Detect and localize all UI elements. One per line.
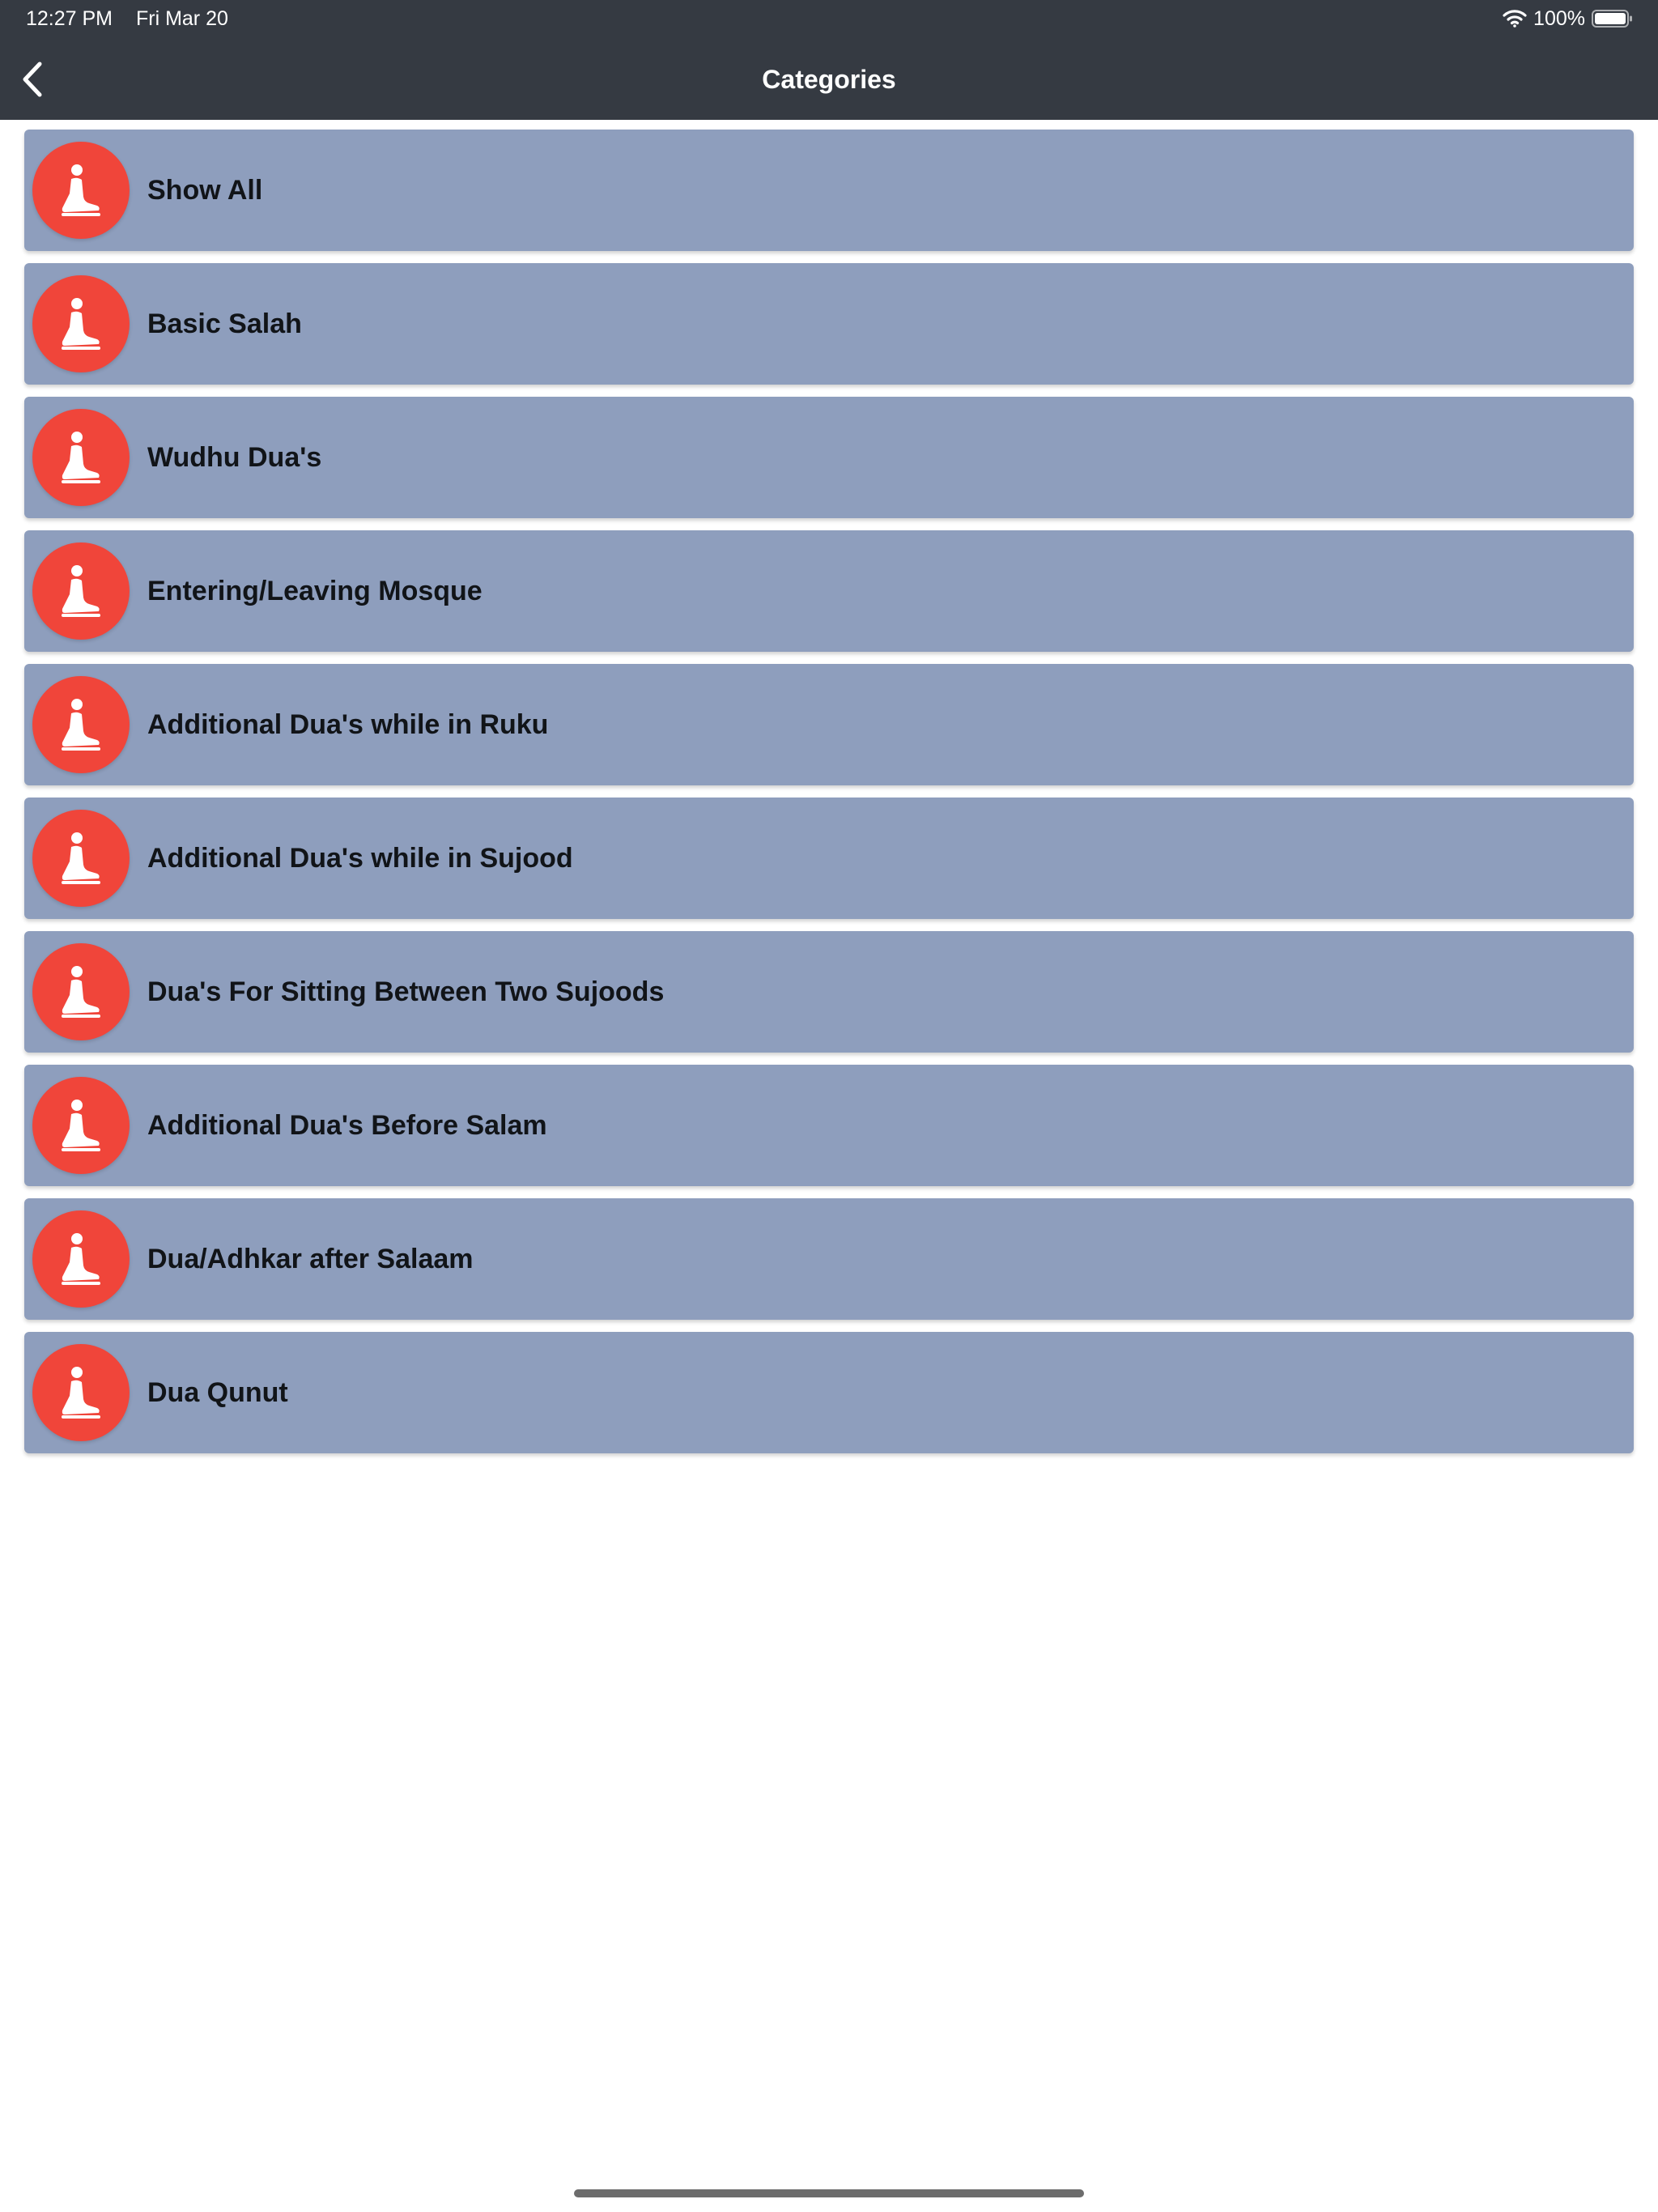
category-row[interactable]: Additional Dua's while in Sujood (24, 798, 1634, 919)
prayer-kneeling-icon (32, 943, 130, 1040)
category-row[interactable]: Basic Salah (24, 263, 1634, 385)
category-label: Additional Dua's while in Ruku (147, 709, 549, 740)
status-time: 12:27 PM (26, 7, 113, 30)
category-row[interactable]: Entering/Leaving Mosque (24, 530, 1634, 652)
category-row[interactable]: Additional Dua's while in Ruku (24, 664, 1634, 785)
wifi-icon (1503, 10, 1527, 28)
page-title: Categories (762, 65, 896, 94)
category-row[interactable]: Dua's For Sitting Between Two Sujoods (24, 931, 1634, 1053)
category-row[interactable]: Dua Qunut (24, 1332, 1634, 1453)
prayer-kneeling-icon (32, 1344, 130, 1441)
category-list: Show All Basic Salah Wudhu Dua's Enterin… (24, 130, 1634, 1465)
category-label: Basic Salah (147, 308, 302, 339)
category-label: Dua's For Sitting Between Two Sujoods (147, 976, 665, 1007)
category-label: Entering/Leaving Mosque (147, 576, 483, 606)
prayer-kneeling-icon (32, 409, 130, 506)
top-bar: 12:27 PM Fri Mar 20 100% Categories (0, 0, 1658, 120)
battery-icon (1592, 9, 1634, 28)
category-label: Dua/Adhkar after Salaam (147, 1244, 474, 1274)
category-row[interactable]: Dua/Adhkar after Salaam (24, 1198, 1634, 1320)
category-row[interactable]: Additional Dua's Before Salam (24, 1065, 1634, 1186)
category-label: Additional Dua's Before Salam (147, 1110, 547, 1141)
battery-percent: 100% (1533, 7, 1585, 30)
prayer-kneeling-icon (32, 542, 130, 640)
category-label: Additional Dua's while in Sujood (147, 843, 573, 874)
home-indicator[interactable] (574, 2189, 1084, 2197)
status-date: Fri Mar 20 (135, 7, 228, 30)
category-label: Show All (147, 175, 263, 206)
category-row[interactable]: Show All (24, 130, 1634, 251)
status-bar-right: 100% (1503, 6, 1634, 31)
status-bar-left: 12:27 PM Fri Mar 20 (26, 6, 228, 31)
prayer-kneeling-icon (32, 810, 130, 907)
prayer-kneeling-icon (32, 1210, 130, 1308)
prayer-kneeling-icon (32, 676, 130, 773)
category-label: Wudhu Dua's (147, 442, 322, 473)
category-row[interactable]: Wudhu Dua's (24, 397, 1634, 518)
category-label: Dua Qunut (147, 1377, 288, 1408)
prayer-kneeling-icon (32, 1077, 130, 1174)
prayer-kneeling-icon (32, 275, 130, 372)
prayer-kneeling-icon (32, 142, 130, 239)
